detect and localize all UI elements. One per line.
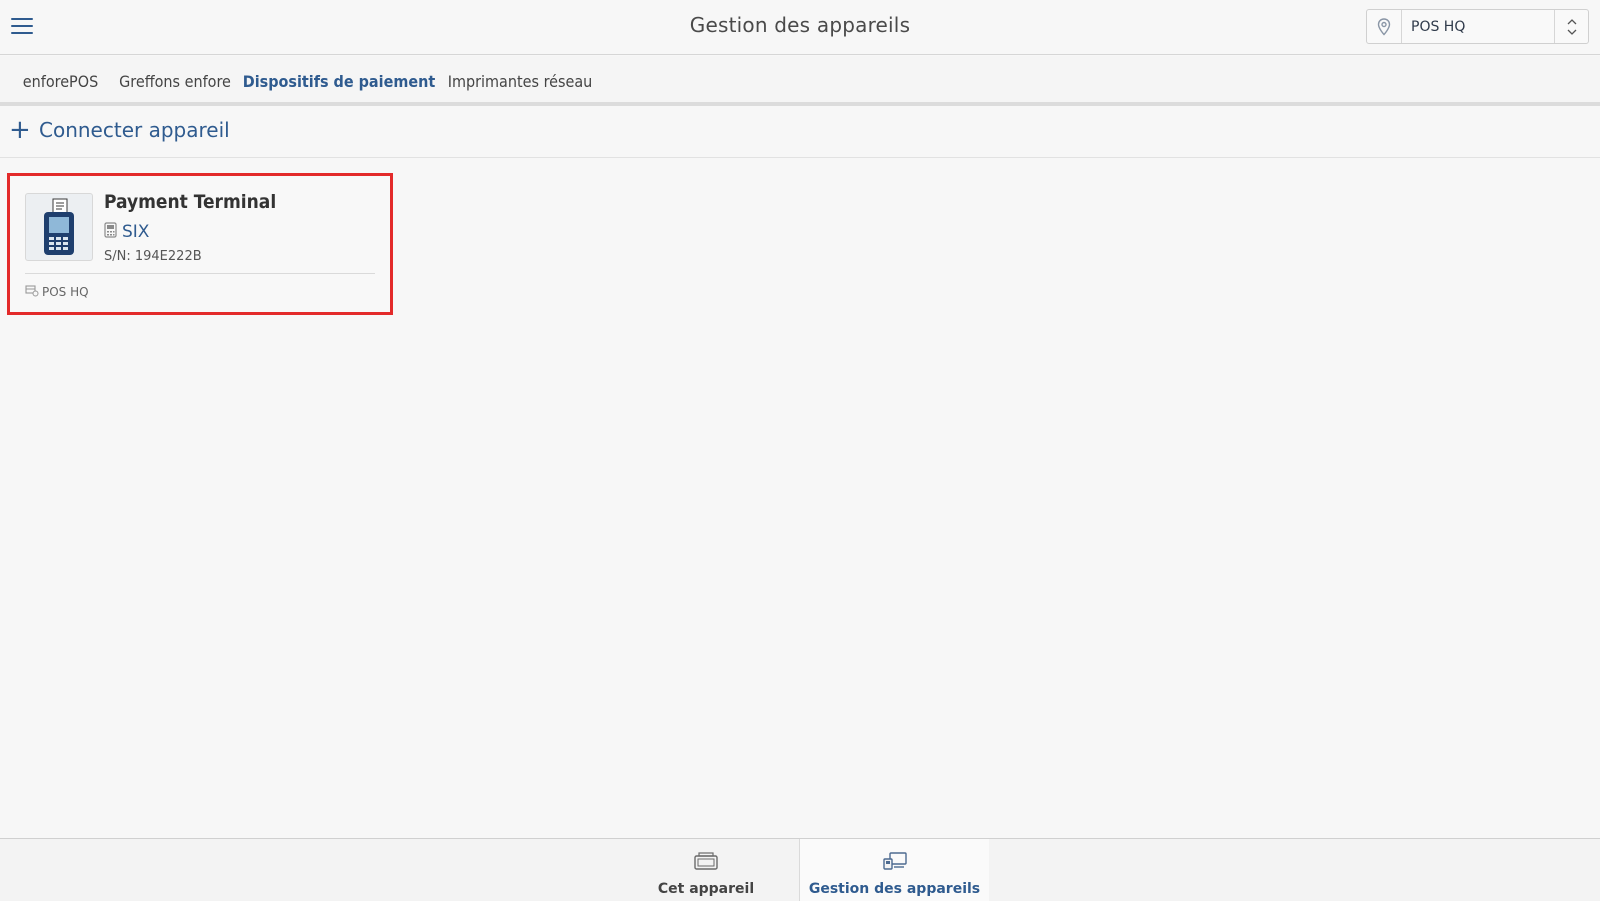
device-name: Payment Terminal: [104, 191, 277, 213]
top-bar: Gestion des appareils POS HQ: [0, 0, 1600, 55]
devices-management-icon: [882, 851, 908, 875]
device-brand-row: SIX: [104, 222, 149, 242]
tab-greffons-enfore[interactable]: Greffons enfore: [112, 56, 238, 106]
device-brand: SIX: [122, 222, 150, 242]
tab-enforepos[interactable]: enforePOS: [13, 56, 108, 106]
map-pin-icon: [1367, 10, 1402, 43]
tab-bar: enforePOS Greffons enfore Dispositifs de…: [0, 56, 1600, 110]
card-divider: [25, 273, 375, 274]
location-value: POS HQ: [1411, 18, 1466, 35]
tab-imprimantes-reseau[interactable]: Imprimantes réseau: [440, 56, 600, 106]
store-location-icon: [25, 282, 39, 301]
device-location: POS HQ: [42, 284, 89, 299]
payment-terminal-icon: [25, 193, 93, 261]
tab-dispositifs-de-paiement[interactable]: Dispositifs de paiement: [242, 56, 436, 110]
bottom-navigation: Cet appareil Gestion des appareils: [0, 838, 1600, 901]
plus-icon: +: [9, 115, 31, 145]
action-bar: + Connecter appareil: [0, 106, 1600, 158]
device-location-row: POS HQ: [25, 282, 89, 301]
app-root: Gestion des appareils POS HQ enforePOS G…: [0, 0, 1600, 901]
location-select[interactable]: POS HQ: [1366, 9, 1589, 44]
up-down-chevron-icon[interactable]: [1554, 10, 1588, 43]
nav-device-management-label: Gestion des appareils: [808, 881, 981, 897]
device-card[interactable]: Payment Terminal SIX S/N: 194E222B POS H…: [7, 173, 393, 315]
page-title: Gestion des appareils: [689, 13, 911, 37]
nav-this-device[interactable]: Cet appareil: [611, 839, 801, 901]
connect-device-button[interactable]: + Connecter appareil: [9, 117, 230, 143]
device-icon: [693, 851, 719, 875]
nav-device-management[interactable]: Gestion des appareils: [799, 839, 989, 901]
connect-device-label: Connecter appareil: [39, 118, 230, 142]
nav-this-device-label: Cet appareil: [657, 881, 755, 897]
terminal-small-icon: [104, 222, 117, 242]
device-serial-number: S/N: 194E222B: [104, 249, 202, 264]
